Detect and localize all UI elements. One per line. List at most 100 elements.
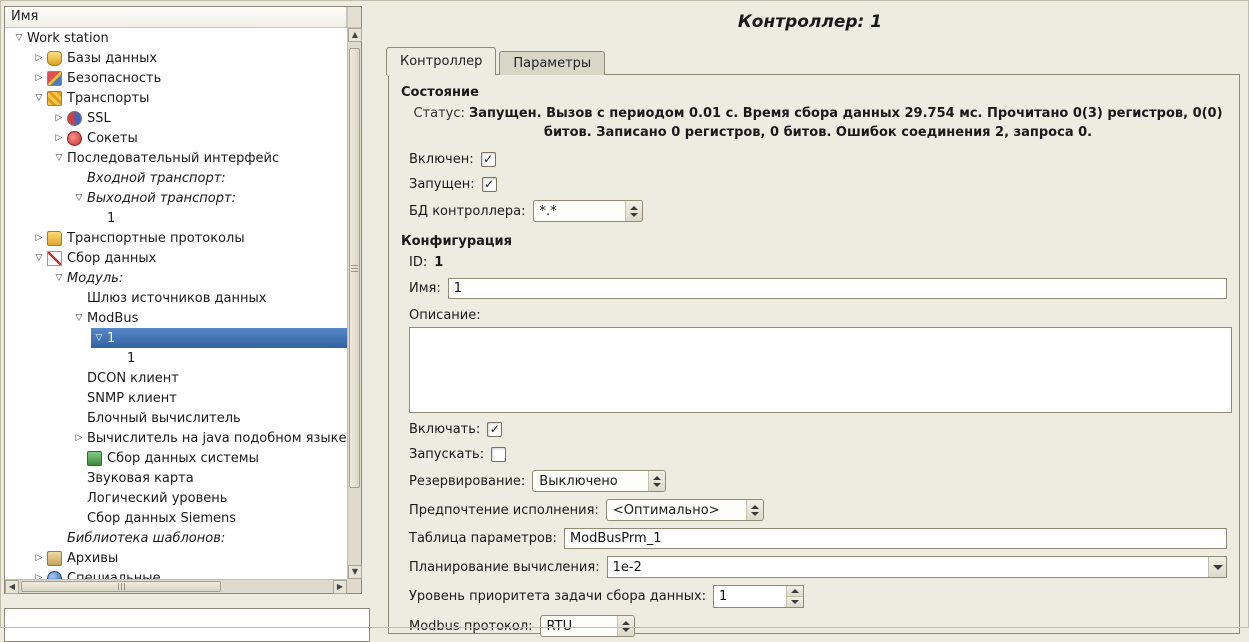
scroll-up-icon[interactable]: ▲ [348,28,362,42]
tree-viewport[interactable]: ▽Work station▷Базы данных▷Безопасность▽Т… [5,28,347,579]
tree-horizontal-scrollbar[interactable]: ◀ ▶ [5,579,347,593]
tree-item[interactable]: 1 [5,348,347,368]
controller-db-select[interactable]: *.* [533,200,643,222]
tree-item-inner[interactable]: ▽1 [91,328,347,348]
tree-item-inner[interactable]: ▷Архивы [31,548,347,568]
tree-item-inner[interactable]: ▽Work station [11,28,347,48]
expander-open-icon[interactable]: ▽ [71,193,87,203]
expander-open-icon[interactable]: ▽ [91,333,107,343]
expander-closed-icon[interactable]: ▷ [31,73,47,83]
to-enable-checkbox[interactable]: ✓ [487,422,502,437]
scroll-right-icon[interactable]: ▶ [333,580,347,594]
schedule-combobox[interactable] [607,556,1227,578]
tree-item-inner[interactable]: ▽ModBus [71,308,347,328]
tree-item-inner[interactable]: SNMP клиент [71,388,347,408]
expander-closed-icon[interactable]: ▷ [51,113,67,123]
tree-item[interactable]: Библиотека шаблонов: [5,528,347,548]
tree-item-inner[interactable]: Шлюз источников данных [71,288,347,308]
tree-item-inner[interactable]: Библиотека шаблонов: [51,528,347,548]
tree-item[interactable]: Блочный вычислитель [5,408,347,428]
scroll-down-icon[interactable]: ▼ [348,565,362,579]
tree-item-inner[interactable]: Входной транспорт: [71,168,347,188]
expander-open-icon[interactable]: ▽ [11,33,27,43]
expander-open-icon[interactable]: ▽ [71,313,87,323]
tree-item[interactable]: Шлюз источников данных [5,288,347,308]
tree-item[interactable]: ▷SSL [5,108,347,128]
tree-item[interactable]: 1 [5,208,347,228]
tree-item[interactable]: ▷Сокеты [5,128,347,148]
tree-item-inner[interactable]: ▽Транспорты [31,88,347,108]
tree-item[interactable]: ▷Безопасность [5,68,347,88]
preference-select[interactable]: <Оптимально> [606,499,764,521]
tree-item-inner[interactable]: ▽Сбор данных [31,248,347,268]
tree-item[interactable]: ▽ModBus [5,308,347,328]
tree-item[interactable]: Сбор данных Siemens [5,508,347,528]
tree-item-inner[interactable]: ▷Базы данных [31,48,347,68]
tree-item[interactable]: ▷Специальные [5,568,347,579]
expander-closed-icon[interactable]: ▷ [31,553,47,563]
expander-closed-icon[interactable]: ▷ [71,433,87,443]
tree-item[interactable]: Входной транспорт: [5,168,347,188]
tab-parameters[interactable]: Параметры [499,51,605,75]
tree-item[interactable]: ▽Сбор данных [5,248,347,268]
tree-item[interactable]: Логический уровень [5,488,347,508]
expander-closed-icon[interactable]: ▷ [31,53,47,63]
tree-item[interactable]: ▽Последовательный интерфейс [5,148,347,168]
tree-item[interactable]: ▽1 [5,328,347,348]
param-table-input[interactable] [564,528,1227,549]
name-input[interactable] [448,278,1227,299]
spin-down-icon[interactable] [787,597,803,607]
tree-item[interactable]: DCON клиент [5,368,347,388]
tree-item-inner[interactable]: Логический уровень [71,488,347,508]
tree-item-inner[interactable]: ▽Выходной транспорт: [71,188,347,208]
expander-closed-icon[interactable]: ▷ [31,233,47,243]
chevron-down-icon[interactable] [1208,557,1226,577]
description-textarea[interactable] [409,327,1232,413]
tree-item-inner[interactable]: 1 [111,348,347,368]
running-checkbox[interactable]: ✓ [482,177,497,192]
tree-item[interactable]: ▷Вычислитель на java подобном языке [5,428,347,448]
tree-item-inner[interactable]: Сбор данных Siemens [71,508,347,528]
tree-item[interactable]: ▷Базы данных [5,48,347,68]
tree-item[interactable]: Сбор данных системы [5,448,347,468]
bottom-panel[interactable] [4,608,370,642]
expander-open-icon[interactable]: ▽ [51,273,67,283]
tree-item[interactable]: ▽Транспорты [5,88,347,108]
tree-item-inner[interactable]: ▽Модуль: [51,268,347,288]
tree-item-inner[interactable]: Сбор данных системы [71,448,347,468]
tree-item-inner[interactable]: 1 [91,208,347,228]
tree-item[interactable]: ▽Модуль: [5,268,347,288]
tree-item[interactable]: ▽Выходной транспорт: [5,188,347,208]
tree-item-inner[interactable]: ▷SSL [51,108,347,128]
tree-item-inner[interactable]: ▷Безопасность [31,68,347,88]
tab-controller[interactable]: Контроллер [386,47,496,75]
tree-item[interactable]: Звуковая карта [5,468,347,488]
tree-item[interactable]: ▷Транспортные протоколы [5,228,347,248]
to-start-checkbox[interactable] [491,447,506,462]
tree-item-inner[interactable]: ▽Последовательный интерфейс [51,148,347,168]
tree-item-inner[interactable]: Звуковая карта [71,468,347,488]
tree-item[interactable]: ▷Архивы [5,548,347,568]
vertical-scroll-thumb[interactable] [349,48,360,488]
expander-closed-icon[interactable]: ▷ [51,133,67,143]
tree-item-inner[interactable]: ▷Сокеты [51,128,347,148]
protocol-select[interactable]: RTU [540,615,635,637]
schedule-input[interactable] [608,557,1208,577]
expander-open-icon[interactable]: ▽ [51,153,67,163]
tree-item-inner[interactable]: DCON клиент [71,368,347,388]
tree-item[interactable]: ▽Work station [5,28,347,48]
priority-spinbox[interactable] [713,585,804,608]
expander-open-icon[interactable]: ▽ [31,253,47,263]
scroll-left-icon[interactable]: ◀ [5,580,19,594]
enabled-checkbox[interactable]: ✓ [481,152,496,167]
expander-open-icon[interactable]: ▽ [31,93,47,103]
tree-item-inner[interactable]: ▷Специальные [31,568,347,579]
tree-item-inner[interactable]: ▷Вычислитель на java подобном языке [71,428,347,448]
redundancy-select[interactable]: Выключено [532,470,666,492]
tree-item[interactable]: SNMP клиент [5,388,347,408]
spin-up-icon[interactable] [787,586,803,597]
horizontal-scroll-thumb[interactable] [21,581,221,592]
tree-item-inner[interactable]: Блочный вычислитель [71,408,347,428]
spinner-arrows-icon[interactable] [786,586,803,607]
tree-vertical-scrollbar[interactable]: ▲ ▼ [347,28,361,579]
